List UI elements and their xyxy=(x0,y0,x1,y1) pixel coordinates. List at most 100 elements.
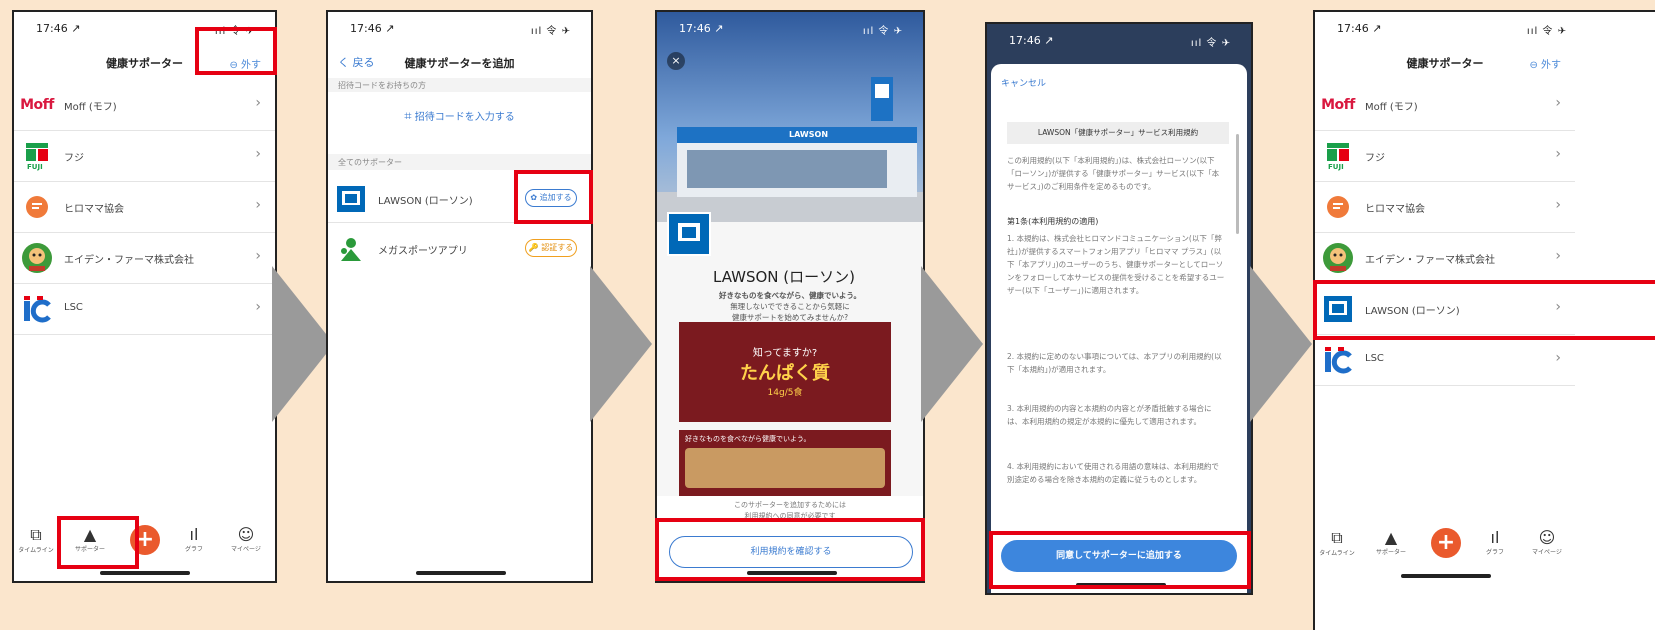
tab-bar: ⧉ タイムライン ▲ サポーター + ıl グラフ ☺ マイページ xyxy=(14,521,275,567)
terms-paragraph: 2. 本規約に定めのない事項については、本アプリの利用規約(以下「本規約」)が適… xyxy=(1007,352,1222,374)
list-item[interactable]: ヒロママ協会 › xyxy=(1315,182,1575,233)
home-indicator xyxy=(1401,574,1491,578)
moff-logo: Moff xyxy=(20,97,54,113)
status-time: 17:46 ↗ xyxy=(350,22,395,35)
close-icon[interactable]: × xyxy=(667,52,685,70)
supporters-icon: ▲ xyxy=(1384,528,1398,547)
home-indicator xyxy=(416,571,506,575)
terms-sheet: キャンセル LAWSON「健康サポーター」サービス利用規約 この利用規約(以下「… xyxy=(991,64,1247,593)
page-title: 健康サポーターを追加 xyxy=(404,57,515,70)
list-item[interactable]: FUJI フジ › xyxy=(14,131,275,182)
tab-graph[interactable]: ıl グラフ xyxy=(174,525,214,553)
status-time: 17:46 ↗ xyxy=(1009,34,1054,47)
signal-icons: ııl 令 ✈ xyxy=(1526,26,1567,37)
home-indicator xyxy=(100,571,190,575)
tab-timeline[interactable]: ⧉ タイムライン xyxy=(16,525,56,554)
timeline-icon: ⧉ xyxy=(30,525,42,544)
store-heading: LAWSON (ローソン) xyxy=(713,268,855,286)
status-time: 17:46 ↗ xyxy=(36,22,81,35)
tab-mypage[interactable]: ☺ マイページ xyxy=(1527,528,1567,556)
profile-icon: ☺ xyxy=(1538,528,1556,547)
list-item-label: Moff (モフ) xyxy=(64,102,117,113)
list-item-label: エイデン・ファーマ株式会社 xyxy=(64,255,194,266)
tab-graph[interactable]: ıl グラフ xyxy=(1475,528,1515,556)
screen-add-supporter: 17:46 ↗ ııl 令 ✈ く 戻る 健康サポーターを追加 招待コードをお持… xyxy=(326,10,593,583)
store-sign: LAWSON xyxy=(789,130,829,139)
terms-paragraph: 3. 本利用規約の内容と本規約の内容とが矛盾抵触する場合には、本利用規約の規定が… xyxy=(1007,404,1212,426)
list-item-label: メガスポーツアプリ xyxy=(378,246,468,257)
chevron-right-icon: › xyxy=(255,299,261,315)
terms-intro: この利用規約(以下「本利用規約」)は、株式会社ローソン(以下「ローソン」)が提供… xyxy=(1007,156,1220,191)
list-item-label: エイデン・ファーマ株式会社 xyxy=(1365,255,1495,266)
cancel-button[interactable]: キャンセル xyxy=(1001,76,1046,89)
list-item-label: Moff (モフ) xyxy=(1365,102,1418,113)
tab-bar: ⧉ タイムライン ▲ サポーター + ıl グラフ ☺ マイページ xyxy=(1315,524,1575,570)
supporter-list: Moff Moff (モフ) › FUJI フジ › ヒロママ協会 › エイデン… xyxy=(14,80,275,335)
timeline-icon: ⧉ xyxy=(1331,528,1343,547)
step-arrow-1 xyxy=(272,266,334,422)
enter-code-button[interactable]: ⌗ 招待コードを入力する xyxy=(328,108,591,124)
list-item-label: ヒロママ協会 xyxy=(64,204,124,215)
list-item[interactable]: Moff Moff (モフ) › xyxy=(1315,80,1575,131)
list-item[interactable]: ヒロママ協会 › xyxy=(14,182,275,233)
status-bar: 17:46 ↗ ııl 令 ✈ xyxy=(342,20,577,37)
supporter-list: Moff Moff (モフ) › FUJI フジ › ヒロママ協会 › エイデン… xyxy=(1315,80,1575,386)
mega-sports-icon xyxy=(334,234,368,264)
bar-chart-icon: ıl xyxy=(1490,528,1500,547)
chevron-right-icon: › xyxy=(255,146,261,162)
moff-logo: Moff xyxy=(1321,97,1355,113)
tab-timeline[interactable]: ⧉ タイムライン xyxy=(1317,528,1357,557)
profile-icon: ☺ xyxy=(237,525,255,544)
step-arrow-2 xyxy=(590,266,652,422)
bar-chart-icon: ıl xyxy=(189,525,199,544)
highlight-supporter-tab xyxy=(57,516,139,569)
chevron-right-icon: › xyxy=(255,248,261,264)
protein-banner: 知ってますか? たんぱく質 14g/5食 xyxy=(679,322,891,422)
list-item[interactable]: LSC › xyxy=(14,284,275,335)
lc-logo xyxy=(1321,345,1355,375)
tab-supporters[interactable]: ▲ サポーター xyxy=(1371,528,1411,556)
highlight-agree xyxy=(989,531,1251,589)
signal-icons: ııl 令 ✈ xyxy=(862,26,903,37)
list-item[interactable]: エイデン・ファーマ株式会社 › xyxy=(14,233,275,284)
chevron-right-icon: › xyxy=(1555,197,1561,213)
lawson-icon xyxy=(334,184,368,214)
nav-bar: く 戻る 健康サポーターを追加 xyxy=(328,46,591,80)
list-item-label: LSC xyxy=(64,302,83,313)
chevron-right-icon: › xyxy=(255,197,261,213)
terms-paragraph: 1. 本規約は、株式会社ヒロマンドコミュニケーション(以下「弊社」)が提供するス… xyxy=(1007,234,1225,295)
highlight-add-button xyxy=(514,170,593,224)
article-heading: 第1条(本利用規約の適用) xyxy=(1007,217,1099,226)
chevron-right-icon: › xyxy=(1555,95,1561,111)
chevron-right-icon: › xyxy=(1555,146,1561,162)
terms-title: LAWSON「健康サポーター」サービス利用規約 xyxy=(1007,122,1229,144)
step-arrow-4 xyxy=(1250,266,1312,422)
status-time: 17:46 ↗ xyxy=(1337,22,1382,35)
tab-mypage[interactable]: ☺ マイページ xyxy=(226,525,266,553)
scrollbar[interactable] xyxy=(1236,134,1239,234)
status-time: 17:46 ↗ xyxy=(679,22,724,35)
remove-button[interactable]: ⊖ 外す xyxy=(1529,56,1561,71)
add-icon[interactable]: + xyxy=(1431,528,1461,558)
screen-terms: 17:46 ↗ ııl 令 ✈ キャンセル LAWSON「健康サポーター」サービ… xyxy=(985,22,1253,595)
green-character-icon xyxy=(20,243,54,273)
intro-text: 好きなものを食べながら、健康でいよう。 無理しないでできることから気軽に 健康サ… xyxy=(719,291,861,322)
highlight-view-terms xyxy=(655,518,925,581)
nav-bar: 健康サポーター ⊖ 外す xyxy=(1315,46,1575,80)
list-item[interactable]: Moff Moff (モフ) › xyxy=(14,80,275,131)
highlight-remove xyxy=(195,27,277,75)
list-item-label: LAWSON (ローソン) xyxy=(378,196,473,207)
list-item[interactable]: FUJI フジ › xyxy=(1315,131,1575,182)
lawson-icon xyxy=(667,212,711,256)
list-item[interactable]: LSC › xyxy=(1315,335,1575,386)
code-icon: ⌗ xyxy=(404,109,412,124)
list-item[interactable]: エイデン・ファーマ株式会社 › xyxy=(1315,233,1575,284)
store-illustration xyxy=(657,77,923,222)
section-header: 全てのサポーター xyxy=(338,158,402,167)
green-character-icon xyxy=(1321,243,1355,273)
authenticate-button[interactable]: 🔑 認証する xyxy=(525,239,577,257)
status-bar: 17:46 ↗ ııl 令 ✈ xyxy=(1001,32,1237,49)
screen-supporters-list: 17:46 ↗ ııl 令 ✈ 健康サポーター ⊖ 外す Moff Moff (… xyxy=(12,10,277,583)
signal-icons: ııl 令 ✈ xyxy=(1190,38,1231,49)
list-item-label: ヒロママ協会 xyxy=(1365,204,1425,215)
